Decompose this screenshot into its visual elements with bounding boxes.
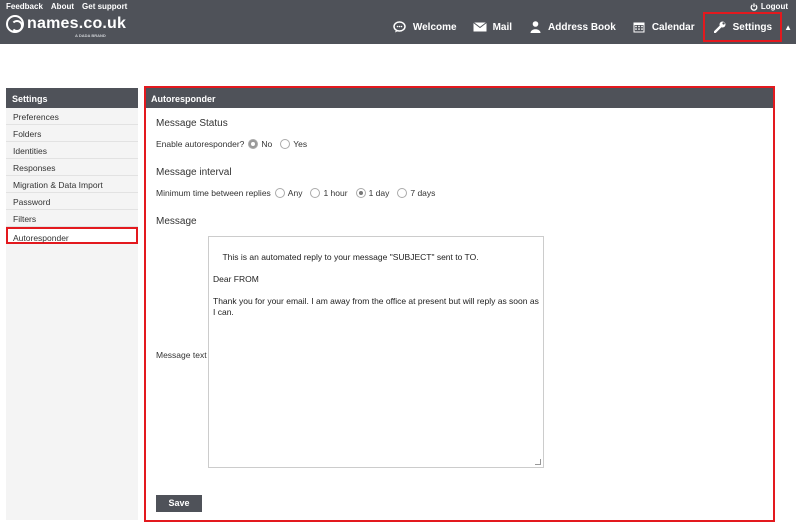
nav-welcome[interactable]: Welcome [385,10,465,44]
enable-option-yes[interactable]: Yes [280,139,307,149]
settings-sidebar: Settings Preferences Folders Identities … [6,88,138,520]
interval-option-1hour[interactable]: 1 hour [310,188,348,198]
radio-1day-label: 1 day [368,188,390,198]
sidebar-item-identities[interactable]: Identities [6,142,138,159]
calendar-icon [632,20,646,34]
chat-bubble-icon [393,20,407,34]
nav-settings[interactable]: Settings [702,12,783,42]
top-header: Feedback About Get support Logout names.… [0,0,796,44]
nav-address-book[interactable]: Address Book [520,10,624,44]
message-text-label: Message text [156,350,207,360]
feedback-link[interactable]: Feedback [6,2,43,11]
nav-calendar[interactable]: Calendar [624,10,703,44]
logo-subtitle: A DADA BRAND [75,33,106,38]
radio-1hour[interactable] [310,188,321,198]
radio-no-label: No [261,139,273,149]
about-link[interactable]: About [51,2,74,11]
nav-mail-label: Mail [492,21,513,33]
radio-yes[interactable] [280,139,291,149]
logo-mark-icon [6,15,24,33]
interval-row: Minimum time between replies Any 1 hour … [156,188,439,198]
radio-7days-label: 7 days [410,188,436,198]
interval-label: Minimum time between replies [156,188,271,198]
sidebar-item-password[interactable]: Password [6,193,138,210]
message-text-content: This is an automated reply to your messa… [213,252,539,317]
envelope-icon [472,20,487,34]
person-icon [528,20,542,34]
message-interval-title: Message interval [156,167,232,178]
radio-yes-label: Yes [293,139,308,149]
sidebar-title: Settings [6,88,138,108]
radio-no[interactable] [248,139,259,149]
logo[interactable]: names.co.uk [6,15,126,33]
sidebar-item-preferences[interactable]: Preferences [6,108,138,125]
autoresponder-panel: Autoresponder Message Status Enable auto… [144,86,775,522]
nav-settings-label: Settings [732,21,773,33]
main-nav: Welcome Mail Address Book Calendar Setti… [385,10,792,44]
sidebar-item-filters[interactable]: Filters [6,210,138,227]
enable-label: Enable autoresponder? [156,139,245,149]
sidebar-item-autoresponder[interactable]: Autoresponder [6,227,138,244]
support-link[interactable]: Get support [82,2,127,11]
nav-welcome-label: Welcome [412,21,457,33]
top-links: Feedback About Get support [6,2,127,11]
enable-row: Enable autoresponder? No Yes [156,139,311,149]
interval-option-any[interactable]: Any [274,188,303,198]
message-title: Message [156,216,197,227]
radio-any-label: Any [287,188,303,198]
message-status-title: Message Status [156,118,228,129]
sidebar-item-migration[interactable]: Migration & Data Import [6,176,138,193]
logo-text: names.co.uk [27,15,127,32]
sidebar-item-folders[interactable]: Folders [6,125,138,142]
nav-mail[interactable]: Mail [465,10,520,44]
enable-option-no[interactable]: No [248,139,272,149]
interval-option-7days[interactable]: 7 days [397,188,435,198]
sidebar-item-responses[interactable]: Responses [6,159,138,176]
radio-1hour-label: 1 hour [323,188,348,198]
save-button[interactable]: Save [156,495,202,512]
wrench-icon [713,20,727,34]
nav-address-book-label: Address Book [548,21,616,33]
nav-calendar-label: Calendar [651,21,695,33]
message-textarea[interactable]: This is an automated reply to your messa… [208,236,544,468]
interval-option-1day[interactable]: 1 day [355,188,390,198]
radio-7days[interactable] [397,188,408,198]
radio-1day[interactable] [355,188,366,198]
radio-any[interactable] [274,188,285,198]
panel-title: Autoresponder [146,88,773,108]
caret-up-icon[interactable]: ▲ [784,23,792,32]
resize-grip-icon[interactable] [535,459,541,465]
